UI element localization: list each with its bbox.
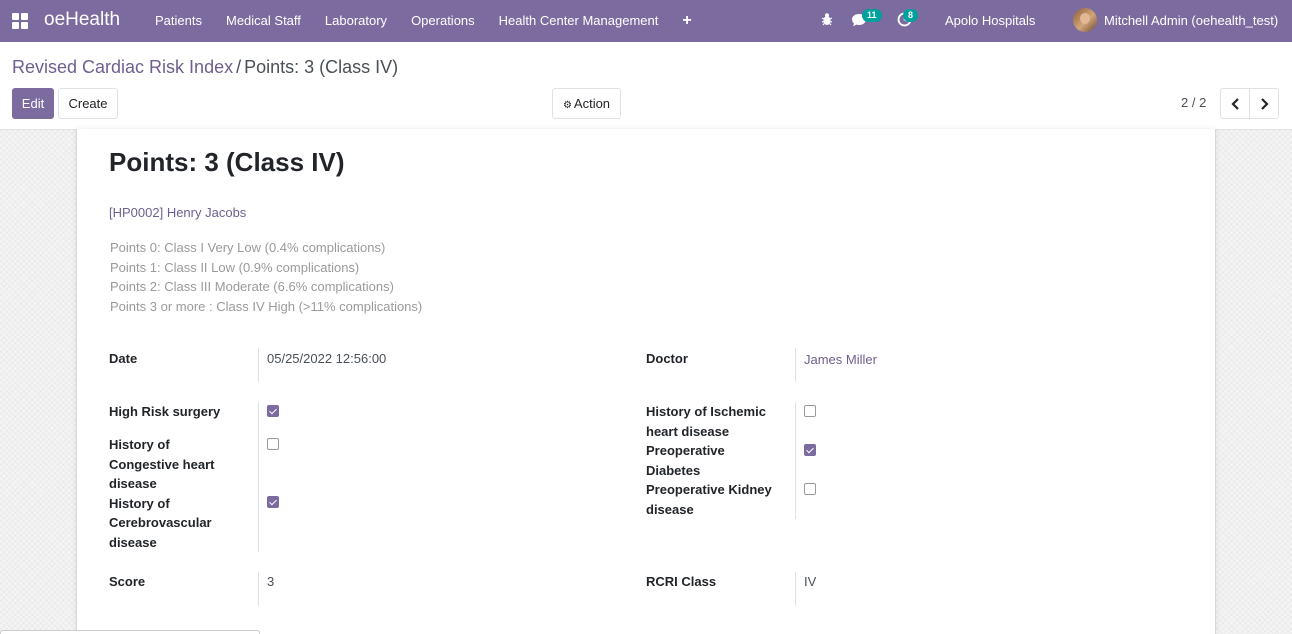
field-divider — [258, 348, 259, 382]
user-avatar[interactable] — [1073, 8, 1097, 32]
action-button-label: Action — [573, 96, 611, 111]
date-label: Date — [109, 351, 138, 366]
field-divider — [258, 402, 259, 552]
class-info-line: Points 1: Class II Low (0.9% complicatio… — [110, 260, 360, 275]
breadcrumb: Revised Cardiac Risk Index / Points: 3 (Cl… — [12, 57, 398, 78]
chevron-left-icon — [1230, 97, 1239, 110]
ihd-label-line-1: History of Ischemic — [646, 404, 766, 419]
diabetes-label-line-1: Preoperative — [646, 443, 725, 458]
activity-count-badge: 8 — [903, 9, 919, 22]
rcri-class-label: RCRI Class — [646, 574, 717, 589]
record-title: Points: 3 (Class IV) — [109, 147, 345, 177]
cvd-label-line-2: Cerebrovascular — [109, 515, 212, 530]
kidney-label-line-2: disease — [646, 502, 694, 517]
create-button[interactable]: Create — [58, 88, 118, 119]
menu-item-health-center-management[interactable]: Health Center Management — [487, 0, 671, 42]
high-risk-surgery-checkbox[interactable] — [267, 405, 279, 417]
user-menu[interactable]: Mitchell Admin (oehealth_test) — [1104, 13, 1278, 28]
main-menu: Patients Medical Staff Laboratory Operat… — [155, 0, 704, 42]
menu-item-laboratory[interactable]: Laboratory — [313, 0, 399, 42]
date-value: 05/25/2022 12:56:00 — [267, 351, 387, 366]
edit-button[interactable]: Edit — [12, 88, 54, 119]
menu-item-medical-staff[interactable]: Medical Staff — [214, 0, 313, 42]
top-navbar: oeHealth Patients Medical Staff Laborato… — [0, 0, 1292, 42]
field-divider — [258, 572, 259, 606]
bottom-tooltip-bar — [0, 630, 260, 634]
chf-label-line-3: disease — [109, 476, 157, 491]
rcri-class-value: IV — [804, 574, 817, 589]
breadcrumb-parent-link[interactable]: Revised Cardiac Risk Index — [12, 57, 233, 77]
doctor-label: Doctor — [646, 351, 688, 366]
ihd-label-line-2: heart disease — [646, 424, 730, 439]
class-info-line: Points 0: Class I Very Low (0.4% complic… — [110, 240, 386, 255]
chat-count-badge: 11 — [862, 9, 882, 22]
congestive-heart-disease-checkbox[interactable] — [267, 438, 279, 450]
pager-value[interactable]: 2 / 2 — [1181, 95, 1206, 110]
company-switcher[interactable]: Apolo Hospitals — [945, 13, 1035, 28]
class-info-line: Points 2: Class III Moderate (6.6% compl… — [110, 279, 394, 294]
chf-label-line-2: Congestive heart — [109, 457, 215, 472]
form-sheet — [76, 129, 1216, 634]
menu-item-patients[interactable]: Patients — [155, 0, 214, 42]
chf-label-line-1: History of — [109, 437, 170, 452]
menu-item-operations[interactable]: Operations — [399, 0, 487, 42]
cerebrovascular-disease-checkbox[interactable] — [267, 496, 279, 508]
gear-icon: ⚙ — [562, 100, 572, 111]
preoperative-kidney-disease-checkbox[interactable] — [804, 483, 816, 495]
doctor-link[interactable]: James Miller — [804, 352, 877, 367]
pager-next-button[interactable] — [1249, 88, 1279, 119]
apps-menu-icon[interactable] — [12, 13, 28, 29]
score-label: Score — [109, 574, 146, 589]
cvd-label-line-1: History of — [109, 496, 170, 511]
class-info-line: Points 3 or more : Class IV High (>11% c… — [110, 299, 423, 314]
ischemic-heart-disease-checkbox[interactable] — [804, 405, 816, 417]
field-divider — [795, 572, 796, 606]
chevron-right-icon — [1260, 97, 1269, 110]
patient-link[interactable]: [HP0002] Henry Jacobs — [109, 205, 246, 220]
breadcrumb-separator: / — [236, 57, 242, 77]
pager-previous-button[interactable] — [1220, 88, 1250, 119]
preoperative-diabetes-checkbox[interactable] — [804, 444, 816, 456]
score-value: 3 — [267, 574, 275, 589]
breadcrumb-current: Points: 3 (Class IV) — [244, 57, 399, 77]
plus-icon[interactable]: + — [670, 0, 703, 42]
field-divider — [795, 402, 796, 519]
high-risk-surgery-label: High Risk surgery — [109, 404, 221, 419]
field-divider — [795, 348, 796, 382]
bug-icon[interactable] — [821, 12, 833, 26]
brand-name[interactable]: oeHealth — [44, 9, 120, 31]
kidney-label-line-1: Preoperative Kidney — [646, 482, 772, 497]
action-button[interactable]: ⚙ Action — [552, 88, 621, 119]
cvd-label-line-3: disease — [109, 535, 157, 550]
diabetes-label-line-2: Diabetes — [646, 463, 701, 478]
